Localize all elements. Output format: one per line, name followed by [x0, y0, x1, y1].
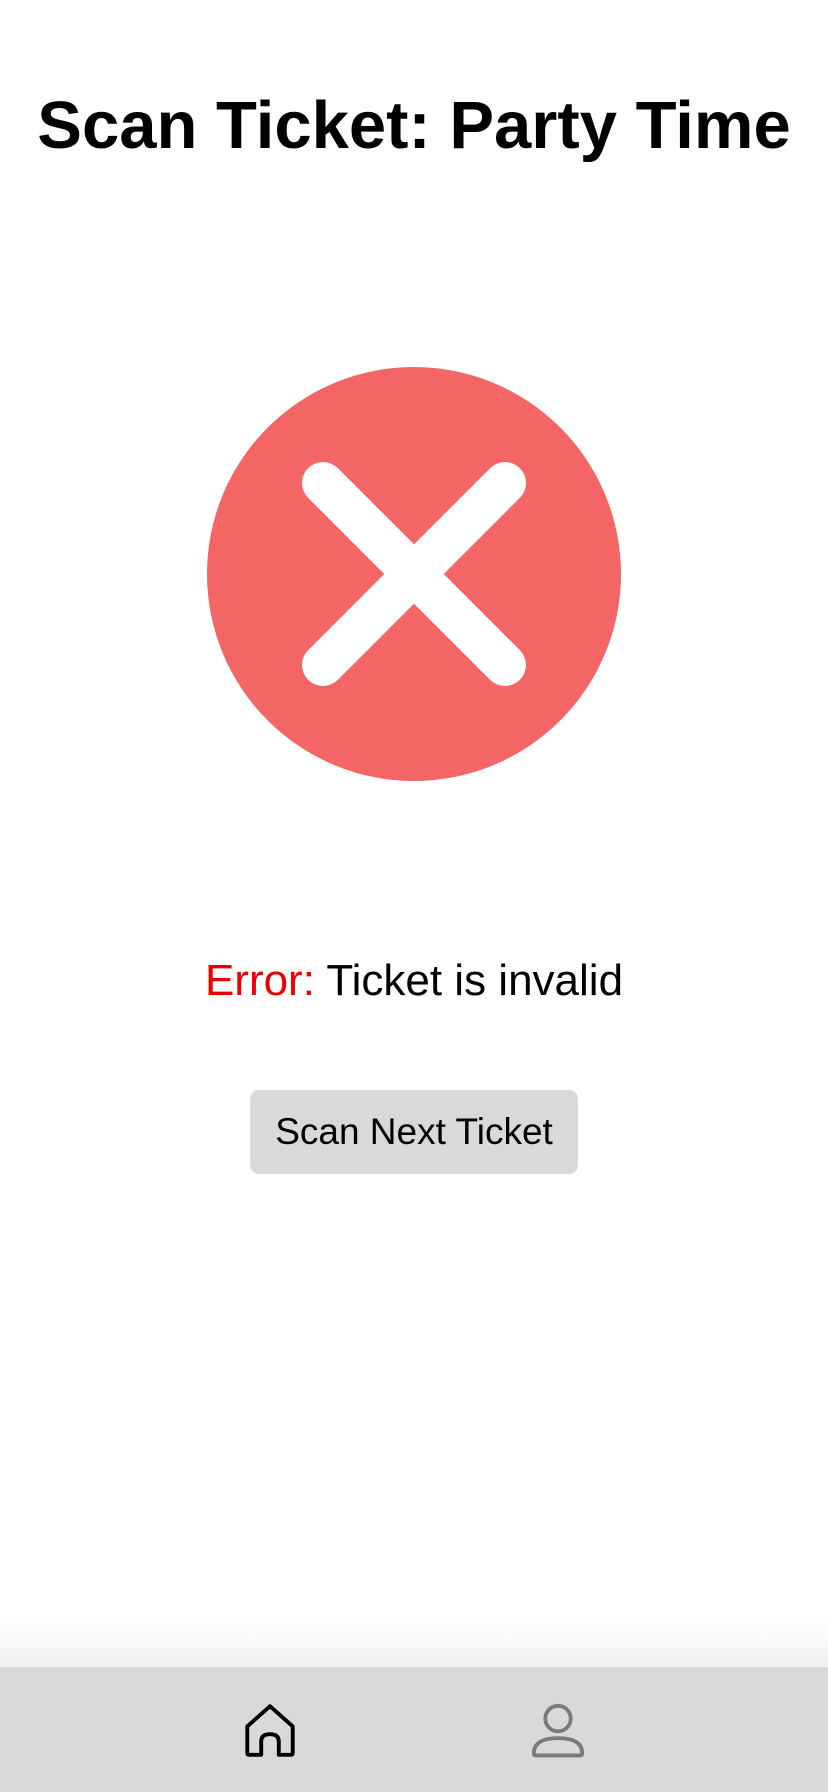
- nav-profile-button[interactable]: [498, 1667, 618, 1792]
- error-x-icon: [207, 367, 621, 781]
- home-icon: [245, 1703, 295, 1757]
- error-status-icon: [207, 367, 621, 781]
- error-label: Error:: [204, 956, 315, 1005]
- bottom-nav: [0, 1667, 828, 1792]
- profile-icon: [531, 1703, 585, 1757]
- scan-next-ticket-button[interactable]: Scan Next Ticket: [250, 1090, 578, 1174]
- nav-shadow: [0, 1620, 828, 1668]
- status-message: Error: Ticket is invalid: [0, 951, 828, 1011]
- page-title: Scan Ticket: Party Time: [37, 88, 791, 163]
- error-message: Ticket is invalid: [314, 956, 624, 1005]
- nav-home-button[interactable]: [210, 1667, 330, 1792]
